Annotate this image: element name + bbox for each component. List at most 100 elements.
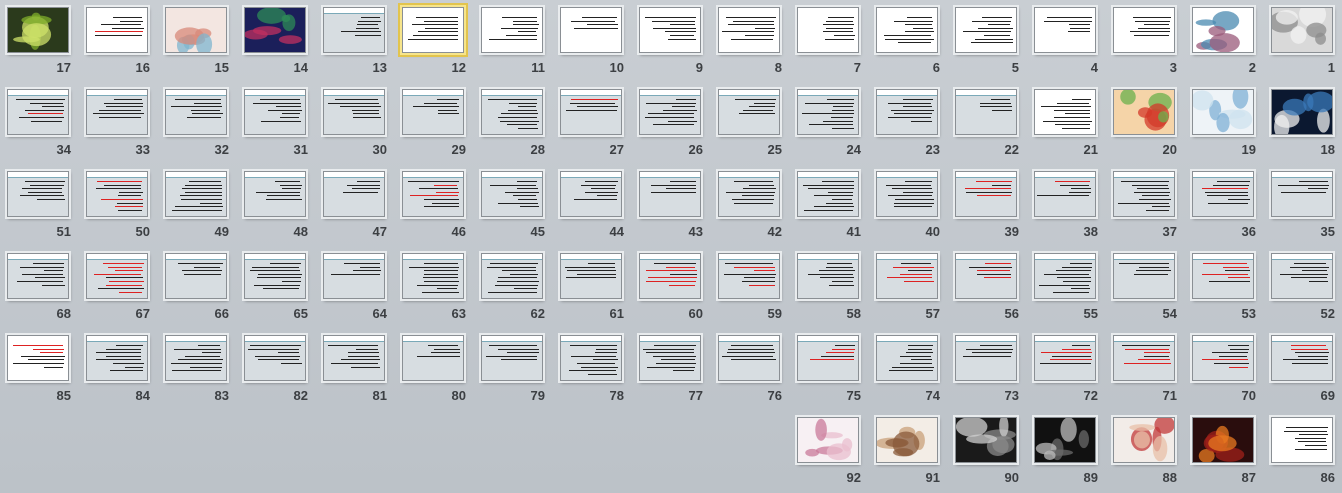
slide-thumbnail-50[interactable] — [86, 171, 148, 217]
slide-number: 46 — [451, 224, 466, 239]
slide-thumbnail-47[interactable] — [323, 171, 385, 217]
slide-thumbnail-51[interactable] — [7, 171, 69, 217]
slide-thumbnail-68[interactable] — [7, 253, 69, 299]
slide-thumbnail-58[interactable] — [797, 253, 859, 299]
slide-thumbnail-9[interactable] — [639, 7, 701, 53]
slide-thumbnail-8[interactable] — [718, 7, 780, 53]
slide-thumbnail-36[interactable] — [1192, 171, 1254, 217]
slide-thumbnail-56[interactable] — [955, 253, 1017, 299]
slide-thumbnail-19[interactable] — [1192, 89, 1254, 135]
slide-thumbnail-12[interactable] — [402, 7, 464, 53]
slide-thumbnail-73[interactable] — [955, 335, 1017, 381]
slide-thumbnail-87[interactable] — [1192, 417, 1254, 463]
slide-thumbnail-65[interactable] — [244, 253, 306, 299]
slide-thumbnail-79[interactable] — [481, 335, 543, 381]
slide-thumbnail-18[interactable] — [1271, 89, 1333, 135]
slide-thumbnail-13[interactable] — [323, 7, 385, 53]
slide-thumbnail-41[interactable] — [797, 171, 859, 217]
slide-thumbnail-84[interactable] — [86, 335, 148, 381]
slide-thumbnail-61[interactable] — [560, 253, 622, 299]
slide-text-line — [327, 345, 379, 346]
slide-text-line — [99, 109, 142, 111]
slide-thumbnail-55[interactable] — [1034, 253, 1096, 299]
slide-thumbnail-28[interactable] — [481, 89, 543, 135]
slide-thumbnail-77[interactable] — [639, 335, 701, 381]
slide-thumbnail-57[interactable] — [876, 253, 938, 299]
slide-thumbnail-48[interactable] — [244, 171, 306, 217]
slide-thumbnail-16[interactable] — [86, 7, 148, 53]
slide-thumbnail-45[interactable] — [481, 171, 543, 217]
slide-thumbnail-89[interactable] — [1034, 417, 1096, 463]
slide-thumbnail-11[interactable] — [481, 7, 543, 53]
slide-thumbnail-88[interactable] — [1113, 417, 1175, 463]
slide-thumbnail-39[interactable] — [955, 171, 1017, 217]
slide-text-line — [103, 263, 144, 264]
slide-text-line — [275, 106, 302, 108]
slide-thumbnail-92[interactable] — [797, 417, 859, 463]
slide-thumbnail-46[interactable] — [402, 171, 464, 217]
slide-thumbnail-15[interactable] — [165, 7, 227, 53]
slide-thumbnail-66[interactable] — [165, 253, 227, 299]
slide-thumbnail-37[interactable] — [1113, 171, 1175, 217]
slide-thumbnail-1[interactable] — [1271, 7, 1333, 53]
slide-thumbnail-74[interactable] — [876, 335, 938, 381]
slide-thumbnail-7[interactable] — [797, 7, 859, 53]
slide-text-line — [1309, 281, 1328, 282]
slide-thumbnail-2[interactable] — [1192, 7, 1254, 53]
slide-thumbnail-71[interactable] — [1113, 335, 1175, 381]
slide-thumbnail-90[interactable] — [955, 417, 1017, 463]
slide-thumbnail-44[interactable] — [560, 171, 622, 217]
slide-thumbnail-25[interactable] — [718, 89, 780, 135]
slide-thumbnail-52[interactable] — [1271, 253, 1333, 299]
slide-thumbnail-31[interactable] — [244, 89, 306, 135]
slide-thumbnail-54[interactable] — [1113, 253, 1175, 299]
slide-thumbnail-82[interactable] — [244, 335, 306, 381]
slide-thumbnail-34[interactable] — [7, 89, 69, 135]
slide-thumbnail-62[interactable] — [481, 253, 543, 299]
slide-thumbnail-83[interactable] — [165, 335, 227, 381]
slide-thumbnail-22[interactable] — [955, 89, 1017, 135]
slide-thumbnail-38[interactable] — [1034, 171, 1096, 217]
slide-thumbnail-17[interactable] — [7, 7, 69, 53]
slide-thumbnail-72[interactable] — [1034, 335, 1096, 381]
slide-thumbnail-21[interactable] — [1034, 89, 1096, 135]
slide-number: 65 — [293, 306, 308, 321]
slide-thumbnail-42[interactable] — [718, 171, 780, 217]
slide-thumbnail-20[interactable] — [1113, 89, 1175, 135]
slide-thumbnail-53[interactable] — [1192, 253, 1254, 299]
slide-thumbnail-24[interactable] — [797, 89, 859, 135]
slide-thumbnail-85[interactable] — [7, 335, 69, 381]
slide-thumbnail-80[interactable] — [402, 335, 464, 381]
slide-thumbnail-35[interactable] — [1271, 171, 1333, 217]
slide-thumbnail-26[interactable] — [639, 89, 701, 135]
slide-thumbnail-4[interactable] — [1034, 7, 1096, 53]
slide-thumbnail-70[interactable] — [1192, 335, 1254, 381]
slide-text-line — [97, 181, 143, 182]
slide-thumbnail-27[interactable] — [560, 89, 622, 135]
slide-thumbnail-60[interactable] — [639, 253, 701, 299]
slide-thumbnail-78[interactable] — [560, 335, 622, 381]
slide-thumbnail-59[interactable] — [718, 253, 780, 299]
slide-thumbnail-5[interactable] — [955, 7, 1017, 53]
slide-thumbnail-76[interactable] — [718, 335, 780, 381]
slide-thumbnail-33[interactable] — [86, 89, 148, 135]
slide-thumbnail-91[interactable] — [876, 417, 938, 463]
slide-thumbnail-32[interactable] — [165, 89, 227, 135]
slide-thumbnail-30[interactable] — [323, 89, 385, 135]
slide-thumbnail-69[interactable] — [1271, 335, 1333, 381]
slide-thumbnail-75[interactable] — [797, 335, 859, 381]
slide-thumbnail-6[interactable] — [876, 7, 938, 53]
slide-thumbnail-63[interactable] — [402, 253, 464, 299]
slide-thumbnail-64[interactable] — [323, 253, 385, 299]
slide-thumbnail-40[interactable] — [876, 171, 938, 217]
slide-thumbnail-3[interactable] — [1113, 7, 1175, 53]
slide-thumbnail-49[interactable] — [165, 171, 227, 217]
slide-thumbnail-23[interactable] — [876, 89, 938, 135]
slide-thumbnail-81[interactable] — [323, 335, 385, 381]
slide-thumbnail-67[interactable] — [86, 253, 148, 299]
slide-thumbnail-86[interactable] — [1271, 417, 1333, 463]
slide-thumbnail-10[interactable] — [560, 7, 622, 53]
slide-thumbnail-43[interactable] — [639, 171, 701, 217]
slide-thumbnail-29[interactable] — [402, 89, 464, 135]
slide-thumbnail-14[interactable] — [244, 7, 306, 53]
